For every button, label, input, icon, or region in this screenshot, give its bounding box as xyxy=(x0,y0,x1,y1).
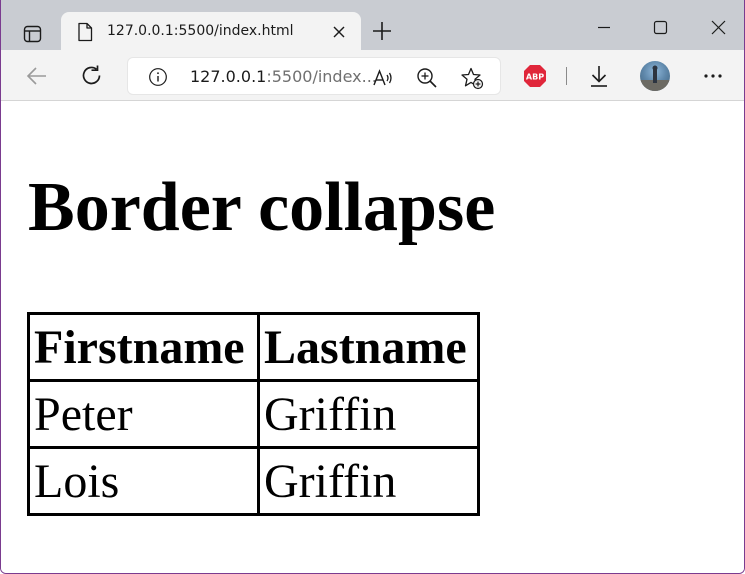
zoom-in-icon xyxy=(417,68,437,88)
table-cell-lastname: Griffin xyxy=(257,379,480,449)
downloads-button[interactable] xyxy=(585,62,613,90)
toolbar-divider xyxy=(566,67,567,85)
read-aloud-icon xyxy=(373,69,392,86)
adblock-label: ABP xyxy=(526,73,544,82)
back-button[interactable] xyxy=(23,62,51,90)
column-header-firstname: Firstname xyxy=(27,312,260,382)
table-cell-firstname: Lois xyxy=(27,446,260,516)
table-row: Peter Griffin xyxy=(27,379,480,449)
page-content: Border collapse Firstname Lastname Peter… xyxy=(1,101,744,573)
window-close-button[interactable] xyxy=(703,14,733,42)
plus-icon xyxy=(373,22,391,40)
url-text: 127.0.0.1:5500/index... xyxy=(190,67,377,86)
adblock-icon: ABP xyxy=(524,65,546,87)
active-tab[interactable]: 127.0.0.1:5500/index.html xyxy=(61,12,361,52)
table-cell-firstname: Peter xyxy=(27,379,260,449)
add-favorite-button[interactable] xyxy=(460,66,484,90)
star-add-icon xyxy=(461,67,484,90)
minimize-icon xyxy=(598,26,610,29)
url-path: :5500/index... xyxy=(266,67,377,86)
table-row: Lois Griffin xyxy=(27,446,480,516)
maximize-button[interactable] xyxy=(645,14,675,42)
info-icon[interactable] xyxy=(148,67,168,87)
new-tab-button[interactable] xyxy=(370,19,394,43)
browser-window: 127.0.0.1:5500/index.html 127.0.0.1:5500… xyxy=(0,0,745,574)
tab-actions-button[interactable] xyxy=(11,14,51,50)
tab-actions-icon xyxy=(23,25,42,43)
names-table: Firstname Lastname Peter Griffin Lois Gr… xyxy=(27,312,480,516)
more-icon xyxy=(704,74,722,78)
tab-title: 127.0.0.1:5500/index.html xyxy=(107,23,294,39)
page-title: Border collapse xyxy=(28,169,496,246)
read-aloud-button[interactable] xyxy=(371,66,395,90)
close-icon xyxy=(333,26,345,38)
table-header-row: Firstname Lastname xyxy=(27,312,480,382)
more-menu-button[interactable] xyxy=(699,62,727,90)
column-header-lastname: Lastname xyxy=(257,312,480,382)
table-cell-lastname: Griffin xyxy=(257,446,480,516)
reload-button[interactable] xyxy=(78,62,106,90)
maximize-icon xyxy=(653,20,668,35)
url-host: 127.0.0.1 xyxy=(190,67,267,86)
address-bar[interactable]: 127.0.0.1:5500/index... xyxy=(127,57,501,95)
browser-toolbar: 127.0.0.1:5500/index... ABP xyxy=(1,50,744,101)
back-arrow-icon xyxy=(26,67,46,85)
profile-photo-icon xyxy=(640,65,670,91)
reload-icon xyxy=(82,65,101,85)
tab-bar: 127.0.0.1:5500/index.html xyxy=(1,0,744,52)
zoom-button[interactable] xyxy=(415,66,439,90)
profile-avatar[interactable] xyxy=(640,61,670,91)
download-icon xyxy=(591,66,607,87)
page-icon xyxy=(78,22,93,42)
window-close-icon xyxy=(711,20,726,35)
adblock-extension-button[interactable]: ABP xyxy=(523,64,547,88)
tab-close-button[interactable] xyxy=(329,22,349,42)
minimize-button[interactable] xyxy=(589,14,619,42)
